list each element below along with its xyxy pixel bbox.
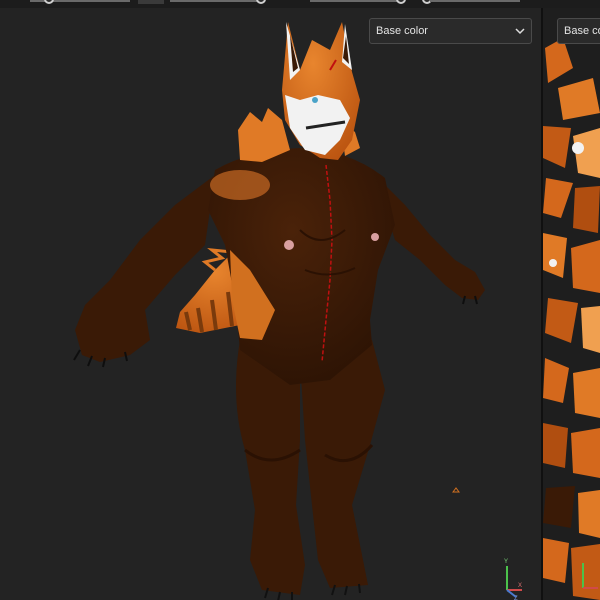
slider-thumb[interactable] [396, 0, 406, 4]
head [282, 22, 360, 160]
channel-select-value: Base color [376, 25, 428, 37]
slider-track[interactable] [310, 0, 400, 2]
uv-channel-select[interactable]: Base color [557, 18, 600, 44]
slider-track[interactable] [430, 0, 520, 2]
axis-z-label: Z [514, 596, 518, 600]
character-model [73, 22, 485, 600]
slider-track[interactable] [170, 0, 260, 2]
slider-thumb[interactable] [44, 0, 54, 4]
axis-gizmo-icon: Y X Z [504, 559, 522, 600]
toolbar-button[interactable] [138, 0, 164, 4]
axis-y-label: Y [504, 559, 508, 565]
axis-x-label: X [518, 583, 522, 589]
torso [208, 108, 395, 385]
uv-islands [543, 8, 600, 600]
slider-thumb[interactable] [256, 0, 266, 4]
3d-viewport[interactable]: Base color Y X Z [0, 8, 541, 600]
uv-channel-select-value: Base color [564, 25, 600, 37]
uv-panel[interactable]: Base color [543, 8, 600, 600]
channel-select[interactable]: Base color [369, 18, 532, 44]
chevron-down-icon [515, 28, 525, 35]
top-toolbar [0, 0, 600, 8]
light-marker-icon [452, 487, 460, 493]
